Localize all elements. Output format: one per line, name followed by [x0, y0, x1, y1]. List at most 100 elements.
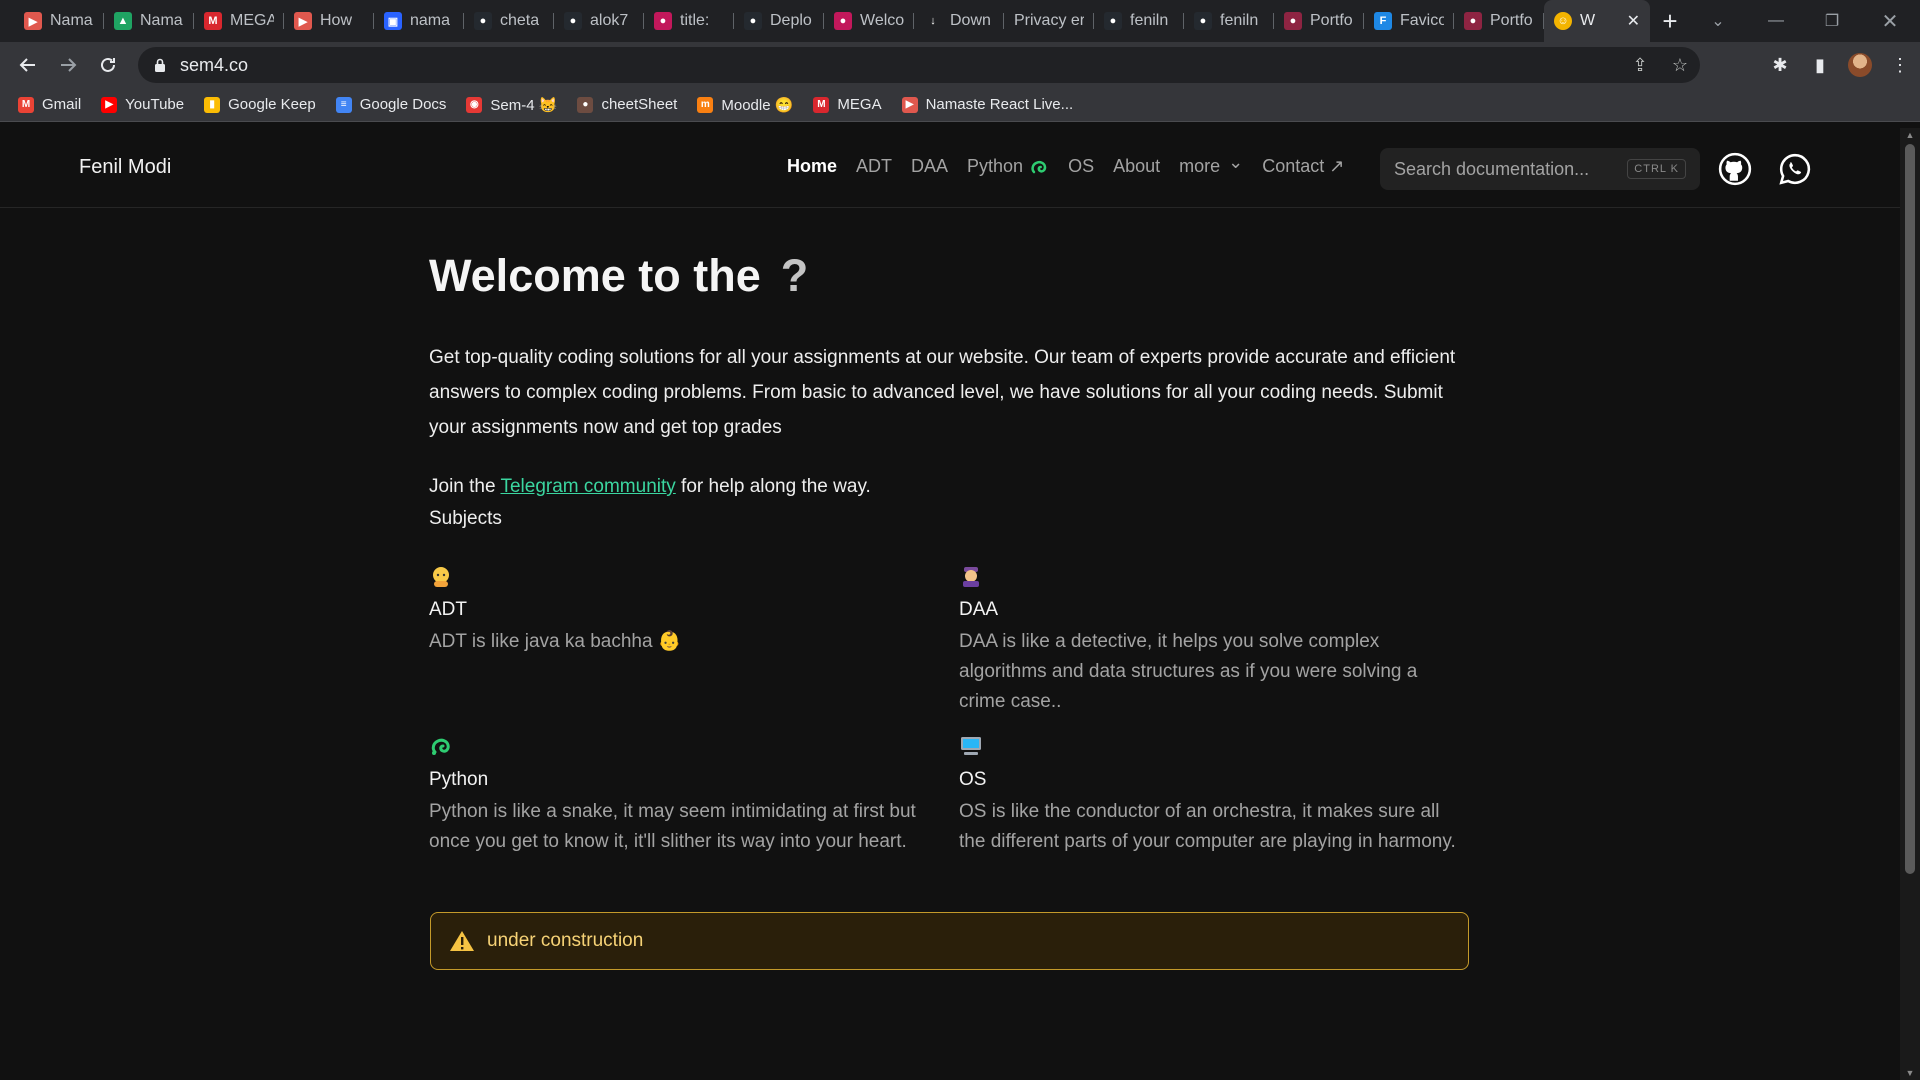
- reload-button[interactable]: [88, 45, 128, 85]
- tab-favicon-icon: ●: [1464, 12, 1482, 30]
- tab-favicon-icon: ●: [564, 12, 582, 30]
- browser-tab[interactable]: ● alok7: [554, 0, 644, 42]
- bookmark-favicon-icon: ●: [577, 96, 594, 113]
- nav-link-label: About: [1113, 156, 1161, 176]
- address-bar[interactable]: sem4.co ⇪ ☆: [138, 47, 1700, 83]
- subject-description: DAA is like a detective, it helps you so…: [959, 631, 1418, 712]
- close-window-button[interactable]: ✕: [1862, 0, 1918, 42]
- bookmark-label: Sem-4 😸: [490, 96, 558, 114]
- subject-card-os[interactable]: OS OS is like the conductor of an orches…: [959, 734, 1469, 857]
- share-icon[interactable]: ⇪: [1620, 55, 1660, 76]
- reload-icon: [101, 57, 115, 72]
- nav-link-daa[interactable]: DAA: [911, 156, 948, 177]
- search-box[interactable]: CTRL K: [1380, 148, 1700, 190]
- nav-link-os[interactable]: OS: [1068, 156, 1094, 177]
- search-input[interactable]: [1394, 158, 1624, 180]
- bookmark-item[interactable]: M MEGA: [813, 96, 882, 113]
- forward-button[interactable]: [48, 45, 88, 85]
- bookmark-item[interactable]: ▮ Google Keep: [204, 96, 316, 113]
- subject-card-adt[interactable]: ADT ADT is like java ka bachha 👶: [429, 564, 939, 657]
- browser-tab-active[interactable]: ☺ W ✕: [1544, 0, 1650, 42]
- tab-list: ▶ Nama ▲ Nama M MEGA ▶ How ▣ nama ● cheta ● alok7 ● tit…: [0, 0, 1544, 42]
- browser-tab-strip: ▶ Nama ▲ Nama M MEGA ▶ How ▣ nama ● cheta ● alok7 ● tit…: [0, 0, 1920, 42]
- back-button[interactable]: [8, 45, 48, 85]
- browser-tab[interactable]: Privacy err: [1004, 0, 1094, 42]
- bookmark-item[interactable]: ● cheetSheet: [577, 96, 677, 113]
- tab-favicon-icon: M: [204, 12, 222, 30]
- menu-kebab-icon[interactable]: ⋮: [1880, 42, 1920, 88]
- page-scrollbar[interactable]: ▲ ▼: [1900, 128, 1920, 1080]
- bookmark-star-icon[interactable]: ☆: [1660, 55, 1700, 76]
- tab-search-icon[interactable]: ⌄: [1690, 0, 1746, 42]
- browser-tab[interactable]: ● feniln: [1094, 0, 1184, 42]
- bookmark-item[interactable]: ▶ Namaste React Live...: [901, 96, 1073, 113]
- nav-link-more[interactable]: more ⌄: [1179, 152, 1243, 177]
- browser-tab[interactable]: ● feniln: [1184, 0, 1274, 42]
- scroll-down-arrow-icon[interactable]: ▼: [1905, 1068, 1915, 1078]
- baby-emoji-icon: [433, 567, 449, 587]
- browser-tab[interactable]: ● Portfo: [1274, 0, 1364, 42]
- browser-tab[interactable]: ▶ Nama: [14, 0, 104, 42]
- browser-tab[interactable]: ▲ Nama: [104, 0, 194, 42]
- tab-favicon-icon: ▶: [24, 12, 42, 30]
- search-shortcut-badge: CTRL K: [1627, 159, 1686, 179]
- whatsapp-icon[interactable]: [1778, 152, 1812, 186]
- side-panel-icon[interactable]: ▮: [1800, 42, 1840, 88]
- scroll-up-arrow-icon[interactable]: ▲: [1905, 130, 1915, 140]
- nav-link-adt[interactable]: ADT: [856, 156, 892, 177]
- bookmark-item[interactable]: ≡ Google Docs: [335, 96, 446, 113]
- nav-link-label: ADT: [856, 156, 893, 176]
- chevron-down-icon: ⌄: [1228, 152, 1244, 172]
- tab-title: Favico: [1400, 12, 1444, 29]
- bookmark-favicon-icon: ◉: [466, 96, 483, 113]
- nav-link-contact[interactable]: Contact ↗: [1262, 156, 1344, 177]
- browser-tab[interactable]: F Favico: [1364, 0, 1454, 42]
- browser-tab[interactable]: ● Welco: [824, 0, 914, 42]
- computer-icon: [961, 737, 981, 755]
- bookmark-item[interactable]: M Gmail: [18, 96, 81, 113]
- telegram-community-link[interactable]: Telegram community: [500, 476, 675, 497]
- browser-tab[interactable]: ↓ Down: [914, 0, 1004, 42]
- minimize-button[interactable]: —: [1748, 0, 1804, 42]
- bookmark-item[interactable]: m Moodle 😁: [697, 96, 793, 114]
- browser-tab[interactable]: ● Portfo: [1454, 0, 1544, 42]
- browser-tab[interactable]: ▶ How: [284, 0, 374, 42]
- nav-link-label: more: [1179, 156, 1221, 176]
- tab-title: Nama: [50, 12, 93, 29]
- nav-link-python[interactable]: Python: [967, 156, 1049, 177]
- bookmark-item[interactable]: ◉ Sem-4 😸: [466, 96, 557, 114]
- browser-tab[interactable]: ● Deplo: [734, 0, 824, 42]
- site-brand[interactable]: Fenil Modi: [79, 156, 171, 179]
- nav-link-label: Contact ↗: [1262, 156, 1345, 176]
- subject-description: OS is like the conductor of an orchestra…: [959, 801, 1456, 852]
- bookmark-item[interactable]: ▶ YouTube: [101, 96, 184, 113]
- bookmark-label: Moodle 😁: [721, 96, 794, 114]
- tab-favicon-icon: ▶: [294, 12, 312, 30]
- close-tab-icon[interactable]: ✕: [1627, 11, 1640, 31]
- browser-tab[interactable]: ● title:: [644, 0, 734, 42]
- site-navbar: Fenil Modi Home ADT DAA Python OS About more ⌄ C…: [0, 128, 1900, 208]
- browser-tab[interactable]: M MEGA: [194, 0, 284, 42]
- profile-avatar[interactable]: [1840, 42, 1880, 88]
- bookmark-label: cheetSheet: [601, 96, 678, 113]
- browser-tab[interactable]: ● cheta: [464, 0, 554, 42]
- subject-card-daa[interactable]: DAA DAA is like a detective, it helps yo…: [959, 564, 1469, 717]
- nav-link-home[interactable]: Home: [787, 156, 837, 177]
- subject-card-python[interactable]: Python Python is like a snake, it may se…: [429, 734, 939, 857]
- bookmark-favicon-icon: ≡: [335, 96, 352, 113]
- bookmark-label: Gmail: [42, 96, 82, 113]
- restore-button[interactable]: ❐: [1804, 0, 1860, 42]
- browser-tab[interactable]: ▣ nama: [374, 0, 464, 42]
- url-text[interactable]: sem4.co: [180, 55, 248, 76]
- tab-favicon-icon: ▲: [114, 12, 132, 30]
- nav-link-about[interactable]: About: [1113, 156, 1160, 177]
- scrollbar-thumb[interactable]: [1905, 144, 1915, 874]
- tab-favicon-icon: ●: [654, 12, 672, 30]
- nav-link-label: DAA: [911, 156, 949, 176]
- github-icon[interactable]: [1718, 152, 1752, 186]
- bookmark-favicon-icon: ▮: [204, 96, 221, 113]
- python-icon: [431, 738, 450, 755]
- extensions-icon[interactable]: ✱: [1760, 42, 1800, 88]
- detective-emoji-icon: [963, 567, 979, 587]
- new-tab-button[interactable]: +: [1650, 0, 1690, 42]
